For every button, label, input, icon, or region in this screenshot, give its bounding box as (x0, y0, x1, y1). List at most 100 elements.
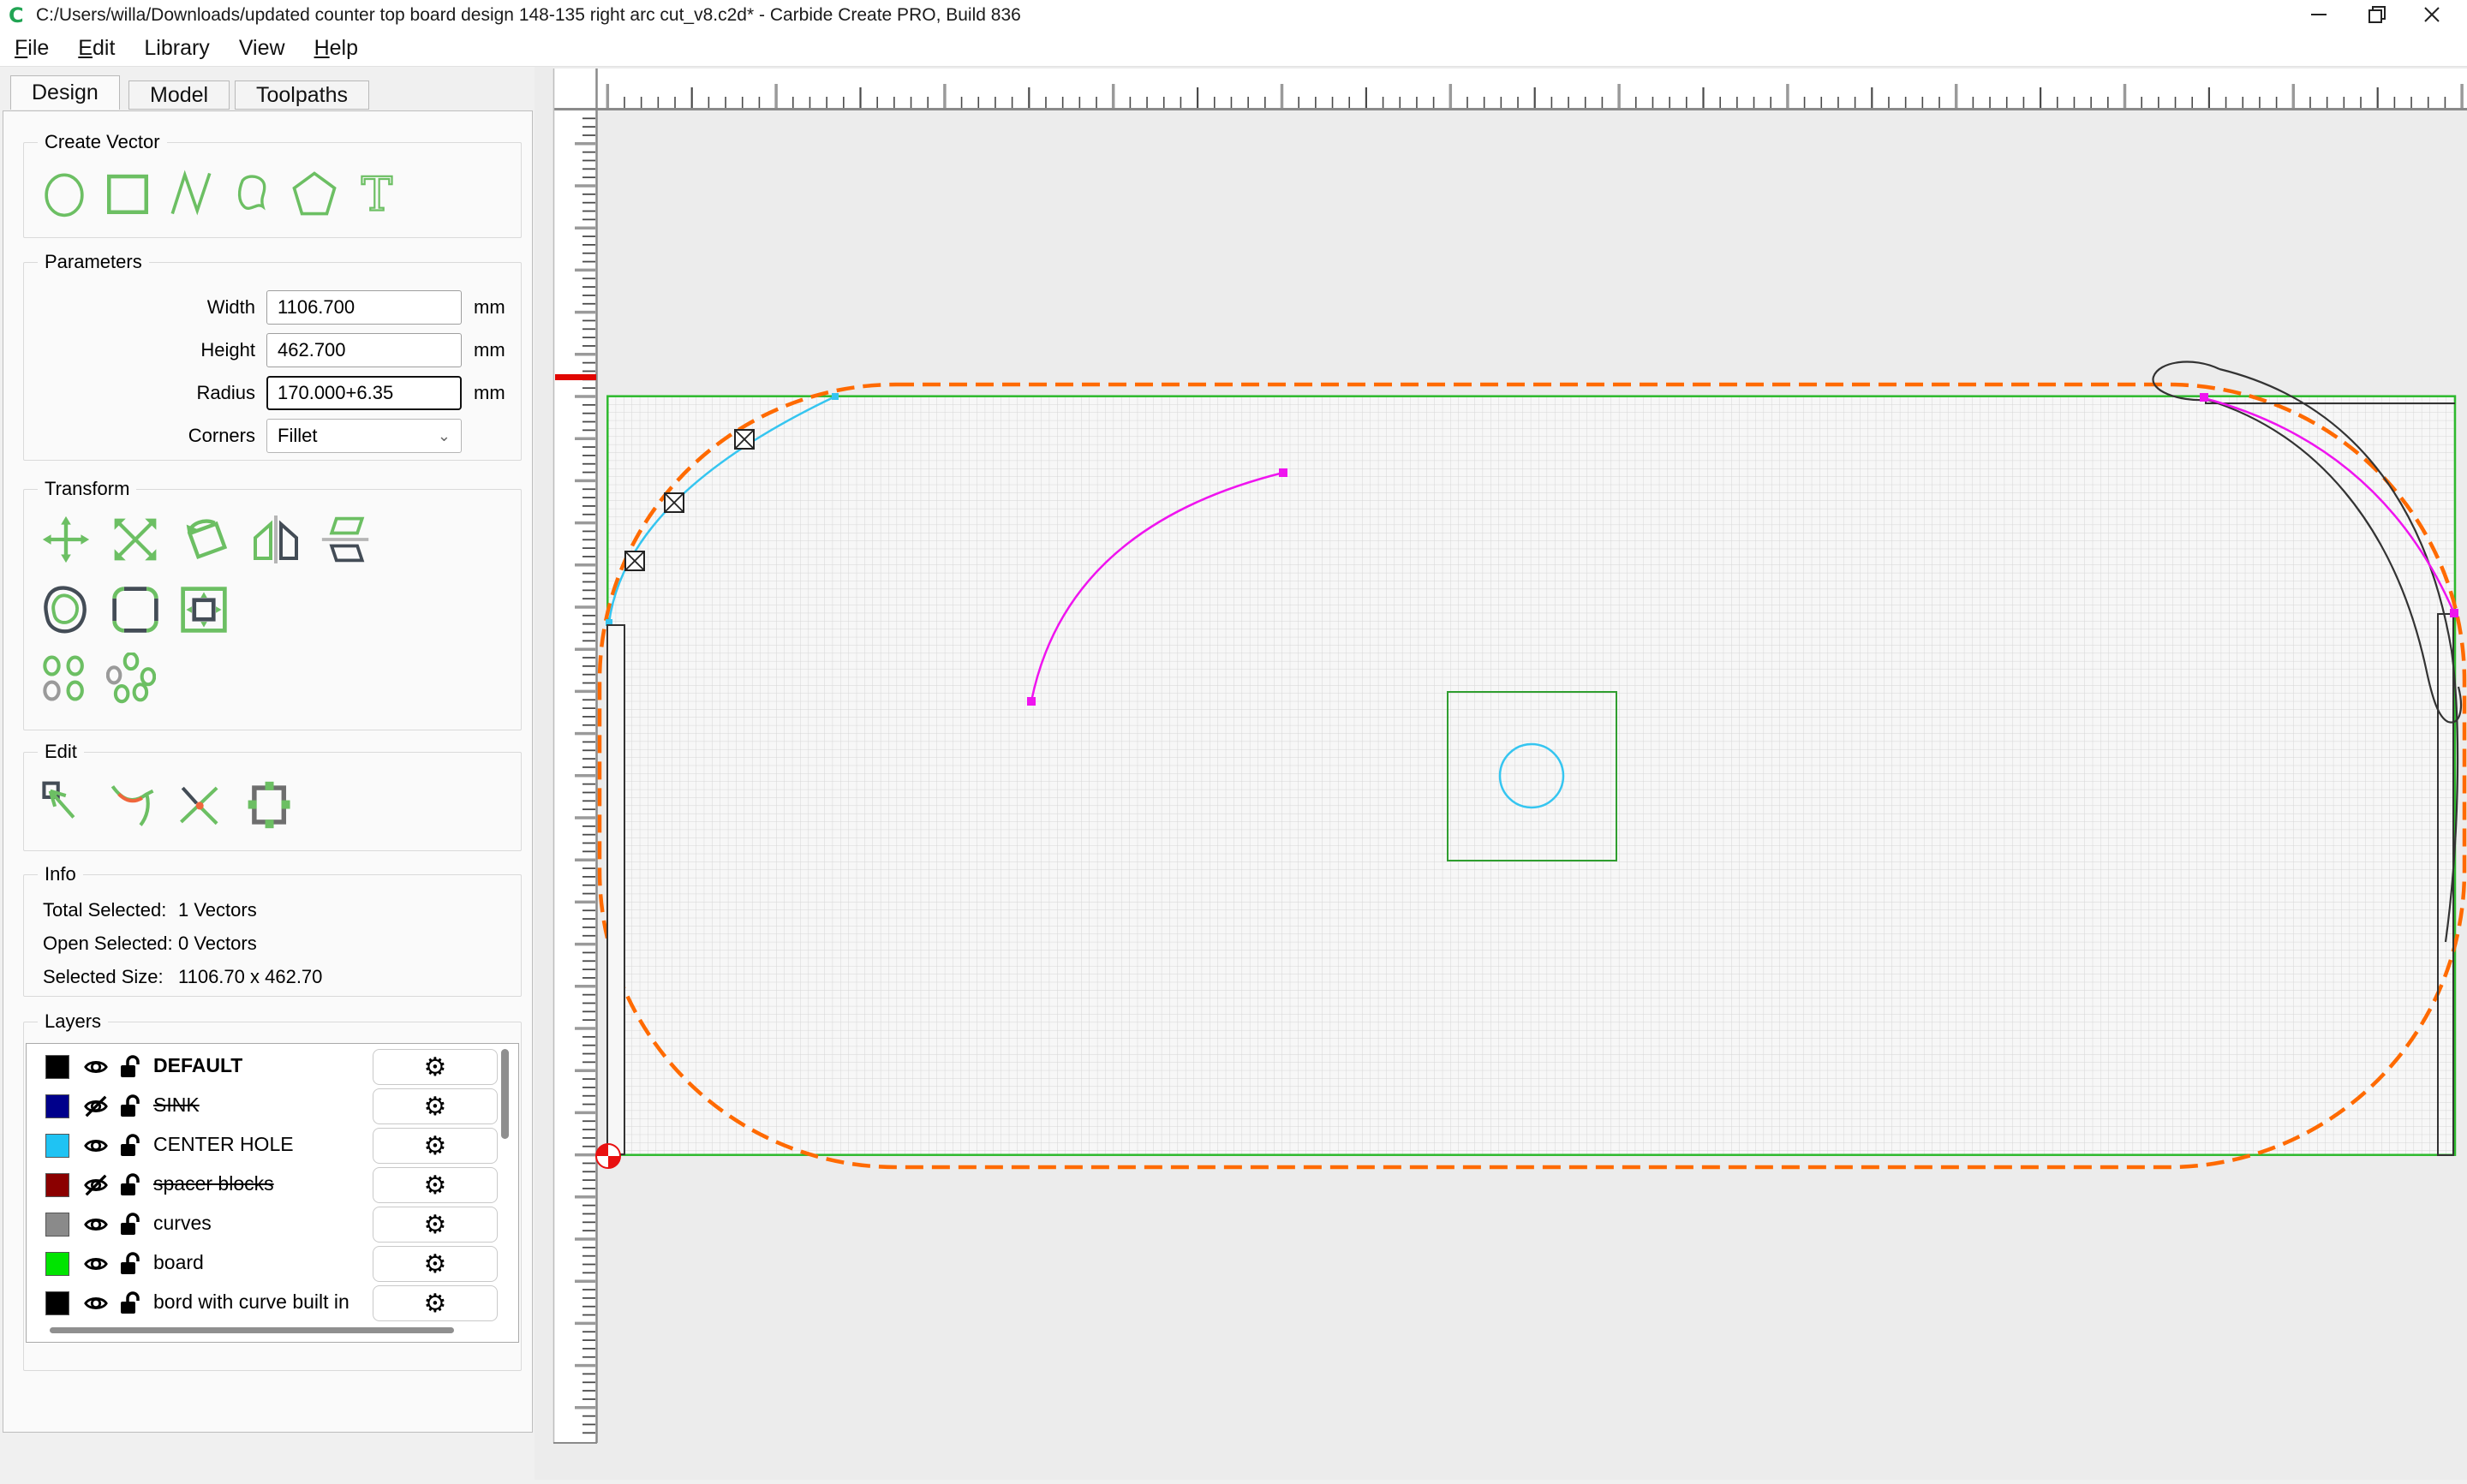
eye-icon[interactable] (83, 1134, 109, 1158)
layer-settings-button[interactable]: ⚙ (373, 1246, 498, 1282)
info-label: Total Selected: (43, 899, 167, 921)
eye-icon[interactable] (83, 1252, 109, 1276)
unlock-icon[interactable] (119, 1212, 143, 1237)
menu-file[interactable]: File (15, 36, 49, 61)
board-rectangle-vector[interactable] (606, 395, 2457, 1156)
text-tool-icon[interactable]: T (353, 167, 401, 220)
eye-off-icon[interactable] (83, 1173, 109, 1197)
edit-group: Edit (23, 741, 522, 851)
layer-settings-button[interactable]: ⚙ (373, 1049, 498, 1085)
eye-icon[interactable] (83, 1213, 109, 1237)
layers-vertical-scrollbar[interactable] (501, 1049, 509, 1139)
scale-icon[interactable] (110, 512, 161, 567)
unlock-icon[interactable] (119, 1251, 143, 1277)
layer-settings-button[interactable]: ⚙ (373, 1167, 498, 1203)
svg-text:T: T (361, 167, 392, 220)
rectangle-tool-icon[interactable] (103, 167, 152, 220)
x-square-marker[interactable] (734, 429, 755, 450)
layer-settings-button[interactable]: ⚙ (373, 1128, 498, 1164)
minimize-icon (2311, 14, 2327, 15)
layer-settings-button[interactable]: ⚙ (373, 1285, 498, 1321)
break-curve-icon[interactable] (176, 778, 226, 831)
resize-handles-icon[interactable] (245, 778, 295, 831)
offset-icon[interactable] (39, 582, 93, 637)
left-edge-rectangle-vector[interactable] (606, 624, 625, 1155)
layer-color-swatch[interactable] (45, 1252, 69, 1276)
unlock-icon[interactable] (119, 1172, 143, 1198)
chevron-down-icon: ⌄ (437, 426, 451, 444)
eye-icon[interactable] (83, 1055, 109, 1079)
polygon-tool-icon[interactable] (290, 167, 339, 220)
trim-icon[interactable] (108, 778, 158, 831)
tab-model[interactable]: Model (128, 80, 230, 110)
layer-color-swatch[interactable] (45, 1055, 69, 1079)
mirror-icon[interactable] (248, 512, 303, 567)
parameters-group: Parameters Width mm Height mm Radius mm Corner… (23, 251, 522, 461)
layer-row[interactable]: spacer blocks ⚙ (27, 1166, 518, 1204)
polyline-tool-icon[interactable] (166, 167, 216, 220)
unlock-icon[interactable] (119, 1094, 143, 1119)
maximize-button[interactable] (2349, 0, 2405, 29)
height-input[interactable] (266, 333, 462, 367)
panel-frame: Create Vector T Parameters Width mm Height… (3, 110, 533, 1433)
layer-color-swatch[interactable] (45, 1134, 69, 1158)
layer-name: spacer blocks (153, 1172, 274, 1195)
corners-select[interactable]: Fillet ⌄ (266, 419, 462, 453)
job-origin-marker (595, 1143, 621, 1169)
width-input[interactable] (266, 290, 462, 325)
layer-color-swatch[interactable] (45, 1094, 69, 1118)
edit-title: Edit (38, 741, 84, 763)
layer-name: curves (153, 1212, 212, 1234)
gear-icon: ⚙ (423, 1052, 447, 1082)
parameters-title: Parameters (38, 251, 149, 273)
tab-design[interactable]: Design (10, 75, 120, 110)
eye-off-icon[interactable] (83, 1094, 109, 1118)
horizontal-ruler (553, 69, 2467, 109)
layer-color-swatch[interactable] (45, 1213, 69, 1237)
round-corners-icon[interactable] (110, 582, 161, 637)
title-bar: C C:/Users/willa/Downloads/updated count… (0, 0, 2467, 31)
layer-name: DEFAULT (153, 1054, 243, 1076)
layer-name: CENTER HOLE (153, 1133, 294, 1155)
layer-row[interactable]: DEFAULT ⚙ (27, 1048, 518, 1086)
menu-view[interactable]: View (239, 36, 285, 61)
menu-library[interactable]: Library (144, 36, 209, 61)
menu-help[interactable]: Help (314, 36, 358, 61)
layer-row[interactable]: CENTER HOLE ⚙ (27, 1127, 518, 1165)
close-icon (2424, 7, 2440, 22)
unlock-icon[interactable] (119, 1054, 143, 1080)
unlock-icon[interactable] (119, 1133, 143, 1159)
menu-edit[interactable]: Edit (78, 36, 115, 61)
minimize-button[interactable] (2291, 0, 2347, 29)
gear-icon: ⚙ (423, 1131, 447, 1160)
curve-tool-icon[interactable] (230, 167, 276, 220)
move-icon[interactable] (39, 512, 93, 567)
x-square-marker[interactable] (664, 492, 684, 513)
layer-row[interactable]: curves ⚙ (27, 1206, 518, 1243)
node-edit-icon[interactable] (39, 778, 89, 831)
layers-horizontal-scrollbar[interactable] (50, 1327, 454, 1333)
fit-inside-icon[interactable] (178, 582, 230, 637)
eye-icon[interactable] (83, 1291, 109, 1315)
layer-settings-button[interactable]: ⚙ (373, 1088, 498, 1124)
circle-tool-icon[interactable] (39, 167, 89, 220)
layer-row[interactable]: SINK ⚙ (27, 1088, 518, 1125)
vertical-ruler (553, 69, 597, 1443)
radius-input[interactable] (266, 375, 463, 411)
info-group: Info Total Selected: 1 Vectors Open Select… (23, 863, 522, 997)
x-square-marker[interactable] (624, 551, 645, 571)
layer-color-swatch[interactable] (45, 1291, 69, 1315)
design-canvas[interactable] (535, 67, 2467, 1480)
rotate-icon[interactable] (178, 512, 231, 567)
close-button[interactable] (2404, 0, 2460, 29)
layer-color-swatch[interactable] (45, 1173, 69, 1197)
unlock-icon[interactable] (119, 1290, 143, 1316)
grid-copy-icon[interactable] (39, 653, 89, 704)
circular-copy-icon[interactable] (106, 653, 156, 704)
layer-row[interactable]: bord with curve built in ⚙ (27, 1284, 518, 1322)
layer-settings-button[interactable]: ⚙ (373, 1207, 498, 1243)
flip-vertical-icon[interactable] (320, 512, 372, 567)
param-label-corners: Corners (188, 425, 255, 446)
layer-row[interactable]: board ⚙ (27, 1245, 518, 1283)
tab-toolpaths[interactable]: Toolpaths (235, 80, 370, 110)
